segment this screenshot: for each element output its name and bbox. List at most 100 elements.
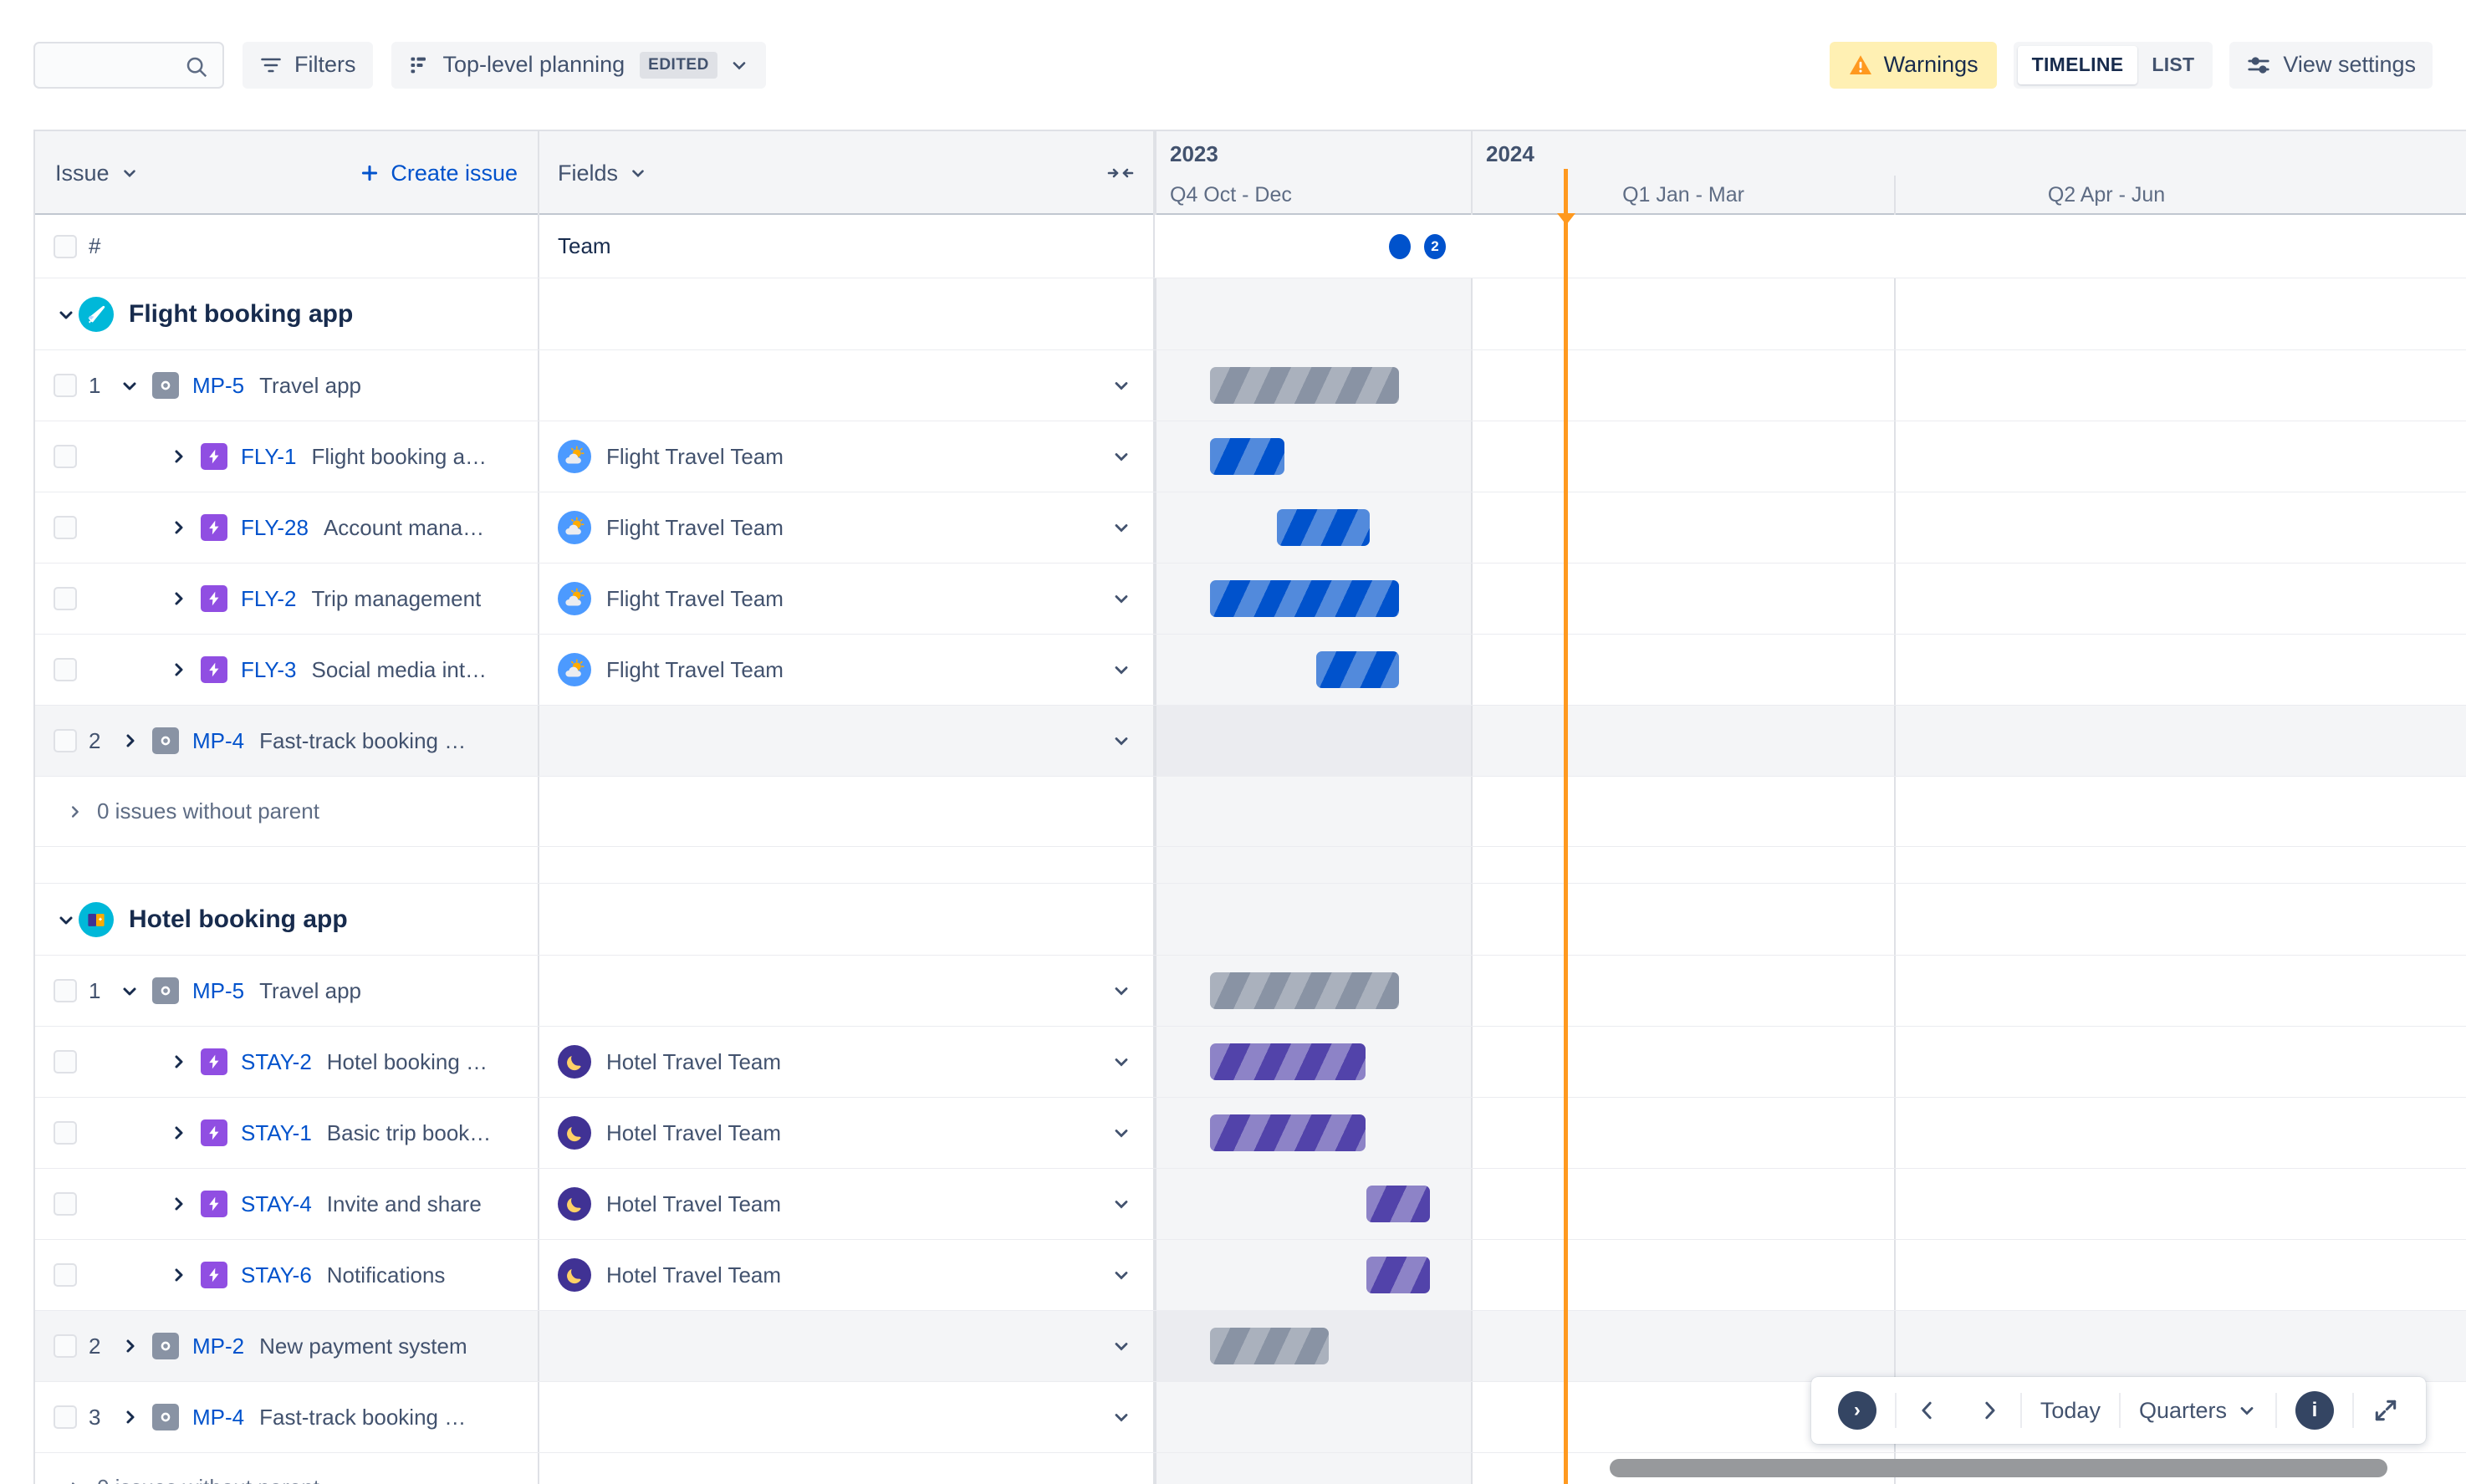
without-parent-toggle[interactable] [62,1479,87,1484]
row-expand-toggle[interactable] [117,1407,142,1427]
view-selector-button[interactable]: Top-level planning EDITED [391,42,766,89]
issue-summary[interactable]: Hotel booking … [327,1049,488,1075]
milestone-marker[interactable] [1389,234,1411,259]
create-issue-button[interactable]: Create issue [359,161,518,186]
row-expand-toggle[interactable] [166,589,191,609]
timeline-bar[interactable] [1210,1328,1329,1364]
row-checkbox[interactable] [54,658,77,681]
search-input-wrapper[interactable] [33,42,224,89]
row-checkbox[interactable] [54,1263,77,1287]
timeline-bar[interactable] [1210,438,1284,475]
issue-key[interactable]: STAY-1 [241,1120,312,1146]
issue-summary[interactable]: Travel app [259,978,361,1004]
issue-key[interactable]: MP-5 [192,978,244,1004]
view-settings-button[interactable]: View settings [2229,42,2433,89]
issue-summary[interactable]: Flight booking a… [312,444,488,470]
issue-summary[interactable]: Account mana… [324,515,484,541]
select-all-checkbox[interactable] [54,235,77,258]
issue-row[interactable]: 2MP-2New payment system [35,1311,2466,1382]
today-button[interactable]: Today [2022,1377,2119,1444]
scroll-forward-button[interactable] [1958,1377,2020,1444]
row-checkbox[interactable] [54,1050,77,1073]
row-expand-toggle[interactable] [166,1194,191,1214]
row-expand-toggle[interactable] [117,375,142,395]
issue-row[interactable]: FLY-28Account mana…Flight Travel Team [35,492,2466,564]
timeline-bar[interactable] [1366,1186,1430,1222]
row-checkbox[interactable] [54,516,77,539]
field-expand-icon[interactable] [1111,1336,1131,1356]
issue-key[interactable]: STAY-4 [241,1191,312,1217]
zoom-level-select[interactable]: Quarters [2121,1377,2275,1444]
project-collapse-toggle[interactable] [54,910,79,930]
issue-row[interactable]: FLY-3Social media int…Flight Travel Team [35,635,2466,706]
issue-summary[interactable]: Fast-track booking … [259,1405,466,1430]
field-expand-icon[interactable] [1111,1407,1131,1427]
field-expand-icon[interactable] [1111,589,1131,609]
timeline-bar[interactable] [1277,509,1370,546]
project-collapse-toggle[interactable] [54,304,79,324]
field-expand-icon[interactable] [1111,518,1131,538]
issue-summary[interactable]: Basic trip book… [327,1120,492,1146]
warnings-button[interactable]: Warnings [1830,42,1997,89]
field-expand-icon[interactable] [1111,446,1131,467]
row-expand-toggle[interactable] [117,731,142,751]
row-checkbox[interactable] [54,1405,77,1429]
field-expand-icon[interactable] [1111,1194,1131,1214]
row-expand-toggle[interactable] [166,660,191,680]
issue-row[interactable]: 2MP-4Fast-track booking … [35,706,2466,777]
milestone-marker[interactable]: 2 [1424,234,1446,259]
issue-key[interactable]: FLY-1 [241,444,297,470]
row-checkbox[interactable] [54,729,77,752]
timeline-bar[interactable] [1316,651,1399,688]
issue-row[interactable]: STAY-6NotificationsHotel Travel Team [35,1240,2466,1311]
field-expand-icon[interactable] [1111,731,1131,751]
fields-column-menu[interactable]: Fields [558,161,647,186]
issue-summary[interactable]: Travel app [259,373,361,399]
row-expand-toggle[interactable] [166,1123,191,1143]
tab-timeline[interactable]: TIMELINE [2018,46,2138,84]
issue-key[interactable]: FLY-28 [241,515,309,541]
timeline-bar[interactable] [1210,1043,1366,1080]
timeline-bar[interactable] [1210,1114,1366,1151]
expand-sidebar-button[interactable]: › [1820,1377,1895,1444]
issue-key[interactable]: STAY-2 [241,1049,312,1075]
issue-key[interactable]: STAY-6 [241,1262,312,1288]
search-input[interactable] [50,52,184,78]
row-expand-toggle[interactable] [117,981,142,1001]
horizontal-scrollbar[interactable] [1610,1459,2387,1477]
issue-summary[interactable]: Social media int… [312,657,488,683]
issue-key[interactable]: MP-4 [192,1405,244,1430]
row-checkbox[interactable] [54,1192,77,1216]
field-expand-icon[interactable] [1111,1123,1131,1143]
field-expand-icon[interactable] [1111,1052,1131,1072]
issue-row[interactable]: 1MP-5Travel app [35,956,2466,1027]
issue-summary[interactable]: New payment system [259,1334,467,1359]
scroll-back-button[interactable] [1897,1377,1958,1444]
issues-without-parent-row[interactable]: 0 issues without parent [35,777,2466,847]
row-expand-toggle[interactable] [117,1336,142,1356]
without-parent-toggle[interactable] [62,803,87,821]
collapse-panel-icon[interactable] [1106,163,1135,183]
issue-column-menu[interactable]: Issue [55,161,139,186]
issue-summary[interactable]: Fast-track booking … [259,728,466,754]
field-expand-icon[interactable] [1111,660,1131,680]
timeline-bar[interactable] [1210,367,1399,404]
issue-summary[interactable]: Trip management [312,586,482,612]
filters-button[interactable]: Filters [243,42,373,89]
tab-list[interactable]: LIST [2137,46,2208,84]
row-checkbox[interactable] [54,1121,77,1145]
row-expand-toggle[interactable] [166,1052,191,1072]
project-group-row[interactable]: Flight booking app [35,278,2466,350]
issue-summary[interactable]: Notifications [327,1262,446,1288]
issue-key[interactable]: MP-2 [192,1334,244,1359]
issue-row[interactable]: STAY-4Invite and shareHotel Travel Team [35,1169,2466,1240]
issue-summary[interactable]: Invite and share [327,1191,482,1217]
issue-key[interactable]: FLY-2 [241,586,297,612]
row-checkbox[interactable] [54,1334,77,1358]
row-expand-toggle[interactable] [166,446,191,467]
timeline-bar[interactable] [1366,1257,1430,1293]
timeline-bar[interactable] [1210,972,1399,1009]
issue-row[interactable]: 1MP-5Travel app [35,350,2466,421]
project-group-row[interactable]: Hotel booking app [35,884,2466,956]
field-expand-icon[interactable] [1111,1265,1131,1285]
